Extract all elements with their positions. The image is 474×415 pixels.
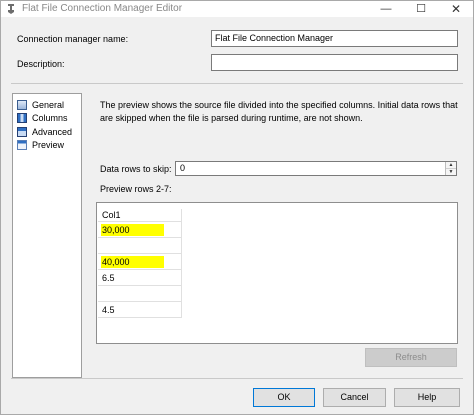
nav-list: General Columns Advanced Preview (12, 93, 82, 378)
nav-item-label: Columns (32, 112, 68, 123)
grid-cell: 30,000 (102, 225, 130, 235)
spin-down-icon[interactable]: ▼ (446, 169, 456, 175)
grid-cell: 4.5 (102, 305, 115, 315)
skip-rows-value: 0 (180, 163, 186, 173)
minimize-button[interactable]: — (371, 1, 401, 17)
preview-icon (17, 139, 27, 150)
table-row[interactable] (98, 238, 182, 254)
advanced-icon (17, 126, 27, 137)
nav-item-preview[interactable]: Preview (17, 138, 64, 151)
nav-item-label: Advanced (32, 126, 73, 137)
skip-rows-stepper[interactable]: 0 ▲ ▼ (175, 161, 457, 176)
grid-cell: 6.5 (102, 273, 115, 283)
table-row[interactable]: 6.5 (98, 270, 182, 286)
nav-item-columns[interactable]: Columns (17, 111, 68, 124)
preview-description: The preview shows the source file divide… (100, 100, 458, 123)
connection-name-input[interactable]: Flat File Connection Manager (211, 30, 458, 47)
grid-cell: 40,000 (102, 257, 130, 267)
table-row[interactable] (98, 286, 182, 302)
window-title: Flat File Connection Manager Editor (22, 3, 183, 14)
editor-window: Flat File Connection Manager Editor — ☐ … (0, 0, 474, 415)
general-icon (17, 99, 27, 110)
help-button[interactable]: Help (394, 388, 460, 407)
cancel-button[interactable]: Cancel (323, 388, 386, 407)
skip-rows-label: Data rows to skip: (100, 164, 172, 174)
connection-name-label: Connection manager name: (17, 34, 129, 44)
column-header-label: Col1 (102, 210, 121, 220)
preview-grid[interactable]: Col1 30,000 40,000 6.5 4.5 (96, 202, 458, 344)
columns-icon (17, 112, 27, 123)
table-row[interactable]: 30,000 (98, 222, 182, 238)
nav-item-advanced[interactable]: Advanced (17, 125, 72, 138)
nav-item-label: General (32, 99, 65, 110)
grid-column-header[interactable]: Col1 (98, 209, 182, 222)
description-label: Description: (17, 59, 65, 69)
spin-up-icon[interactable]: ▲ (446, 162, 456, 169)
footer-separator (11, 378, 463, 379)
header-separator (11, 83, 463, 84)
spin-buttons: ▲ ▼ (445, 162, 456, 175)
close-button[interactable]: ✕ (441, 1, 471, 17)
preview-rows-label: Preview rows 2-7: (100, 184, 172, 194)
ok-button[interactable]: OK (253, 388, 315, 407)
nav-item-label: Preview (32, 139, 65, 150)
maximize-button[interactable]: ☐ (406, 1, 436, 17)
title-bar[interactable]: Flat File Connection Manager Editor — ☐ … (1, 1, 473, 17)
refresh-button[interactable]: Refresh (365, 348, 457, 367)
nav-item-general[interactable]: General (17, 98, 64, 111)
table-row[interactable]: 4.5 (98, 302, 182, 318)
app-icon (8, 4, 14, 14)
description-input[interactable] (211, 54, 458, 71)
table-row[interactable]: 40,000 (98, 254, 182, 270)
